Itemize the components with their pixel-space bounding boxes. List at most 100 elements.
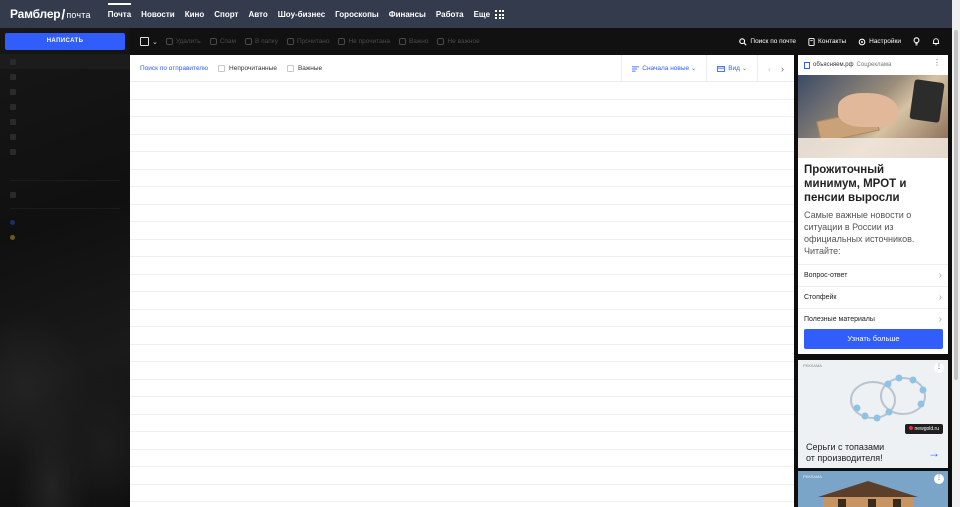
delete-label: Удалить	[175, 38, 201, 45]
folder-icon	[10, 88, 16, 95]
folder-item[interactable]	[0, 99, 130, 114]
empty-message-row	[130, 450, 794, 467]
folder-item[interactable]	[0, 144, 130, 159]
mark-read-button[interactable]: Прочитано	[286, 38, 330, 45]
rambler-mail-logo[interactable]: Рамблер / почта	[10, 0, 91, 28]
folder-item[interactable]	[0, 114, 130, 129]
jewelry-ad[interactable]: РЕКЛАМА ⋮ newgold.ru Серьги с топазами о…	[798, 360, 948, 468]
ad-links: Вопрос-ответ Стопфейк Полезные материалы	[798, 264, 948, 330]
sidebar: НАПИСАТЬ	[0, 28, 130, 507]
prev-page-button[interactable]: ‹	[768, 64, 771, 74]
contacts-button[interactable]: Контакты	[808, 37, 846, 46]
ad-label: РЕКЛАМА	[803, 474, 822, 479]
mail-toolbar: ⌄ Удалить Спам В папку Прочитано Не проч…	[130, 28, 952, 55]
folder-item[interactable]	[0, 69, 130, 84]
nav-finance[interactable]: Финансы	[389, 0, 426, 28]
empty-message-row	[130, 205, 794, 222]
ad-link-faq[interactable]: Вопрос-ответ	[798, 264, 948, 286]
empty-message-row	[130, 397, 794, 415]
important-checkbox[interactable]	[286, 64, 294, 72]
mark-important-button[interactable]: Важно	[398, 38, 428, 45]
ad-text: Серьги с топазами от производителя!	[806, 442, 884, 464]
mail-list-pane: Поиск по отправителю Непрочитанные Важны…	[130, 55, 794, 507]
folder-icon	[10, 133, 16, 140]
empty-message-row	[130, 170, 794, 187]
sort-label: Сначала новые	[642, 65, 690, 72]
folder-item[interactable]	[0, 159, 130, 174]
folder-item[interactable]	[0, 84, 130, 99]
nav-auto[interactable]: Авто	[248, 0, 267, 28]
folder-item[interactable]	[0, 129, 130, 144]
envelope-open-icon	[286, 38, 294, 45]
create-folder-item[interactable]	[0, 187, 130, 202]
sender-search-link[interactable]: Поиск по отправителю	[140, 65, 208, 72]
chevron-down-icon: ⌄	[741, 66, 747, 72]
ad-source: объясняем.рф	[813, 62, 854, 68]
move-label: В папку	[255, 38, 278, 45]
nav-horoscopes[interactable]: Гороскопы	[335, 0, 379, 28]
important-label: Важные	[297, 64, 323, 72]
mail-filters: Поиск по отправителю Непрочитанные Важны…	[130, 55, 794, 82]
ad-label: РЕКЛАМА	[803, 363, 822, 368]
ad-source-type: Соцреклама	[856, 62, 892, 68]
mark-read-label: Прочитано	[296, 38, 330, 45]
compose-button[interactable]: НАПИСАТЬ	[5, 33, 125, 50]
lightbulb-icon[interactable]	[913, 37, 920, 46]
earrings-image	[850, 374, 927, 422]
mail-search-button[interactable]: Поиск по почте	[739, 37, 796, 46]
page-scrollbar[interactable]	[952, 0, 960, 507]
arrow-right-icon[interactable]: →	[928, 446, 940, 460]
nav-showbiz[interactable]: Шоу-бизнес	[278, 0, 325, 28]
nav-news[interactable]: Новости	[141, 0, 175, 28]
service-link[interactable]	[0, 215, 130, 230]
ad-text: Самые важные новости о ситуации в России…	[804, 210, 915, 256]
nav-mail[interactable]: Почта	[107, 0, 132, 28]
view-icon	[717, 65, 726, 72]
next-page-button[interactable]: ›	[781, 64, 784, 74]
source-icon	[804, 61, 810, 69]
ad-link-materials[interactable]: Полезные материалы	[798, 308, 948, 330]
empty-message-row	[130, 362, 794, 380]
logo-slash: /	[61, 6, 66, 22]
logo-sub: почта	[66, 9, 91, 20]
empty-message-row	[130, 222, 794, 240]
ad-learn-more-button[interactable]: Узнать больше	[804, 329, 943, 349]
select-all-checkbox[interactable]	[140, 37, 149, 46]
service-link[interactable]	[0, 230, 130, 245]
folder-item[interactable]	[0, 54, 130, 69]
nav-kino[interactable]: Кино	[185, 0, 205, 28]
house-window	[838, 499, 846, 507]
mark-unread-button[interactable]: Не прочитана	[338, 38, 390, 45]
toolbar-right: Поиск по почте Контакты Настройки	[739, 28, 952, 55]
empty-message-row	[130, 432, 794, 450]
more-options-icon[interactable]: ⋮	[933, 59, 941, 67]
mark-not-important-button[interactable]: Не важное	[437, 38, 480, 45]
star-icon	[398, 38, 406, 45]
more-options-icon[interactable]: ⋮	[934, 474, 944, 484]
empty-message-row	[130, 380, 794, 397]
chevron-down-icon[interactable]: ⌄	[152, 38, 158, 46]
view-dropdown[interactable]: Вид ⌄	[706, 55, 757, 82]
move-to-folder-button[interactable]: В папку	[245, 38, 278, 45]
contacts-icon	[808, 37, 815, 46]
social-ad[interactable]: объясняем.рф Соцреклама ⋮ Прожиточный ми…	[798, 55, 948, 354]
unread-checkbox[interactable]	[218, 64, 226, 72]
bell-icon[interactable]	[932, 37, 940, 46]
more-options-icon[interactable]: ⋮	[934, 363, 944, 373]
empty-message-row	[130, 467, 794, 485]
settings-button[interactable]: Настройки	[858, 38, 901, 46]
unread-filter[interactable]: Непрочитанные	[218, 64, 277, 72]
spam-button[interactable]: Спам	[209, 38, 236, 45]
spam-icon	[209, 38, 217, 45]
nav-sport[interactable]: Спорт	[214, 0, 238, 28]
nav-more[interactable]: Еще	[474, 0, 505, 28]
delete-button[interactable]: Удалить	[165, 38, 201, 45]
important-filter[interactable]: Важные	[286, 64, 323, 72]
scrollbar-thumb[interactable]	[954, 30, 958, 380]
sort-dropdown[interactable]: Сначала новые ⌄	[621, 55, 706, 82]
nav-work[interactable]: Работа	[436, 0, 464, 28]
ad-link-stopfake[interactable]: Стопфейк	[798, 286, 948, 308]
settings-label: Настройки	[869, 38, 901, 45]
house-ad[interactable]: РЕКЛАМА ⋮	[798, 471, 948, 507]
ad-text-line2: от производителя!	[806, 453, 883, 463]
